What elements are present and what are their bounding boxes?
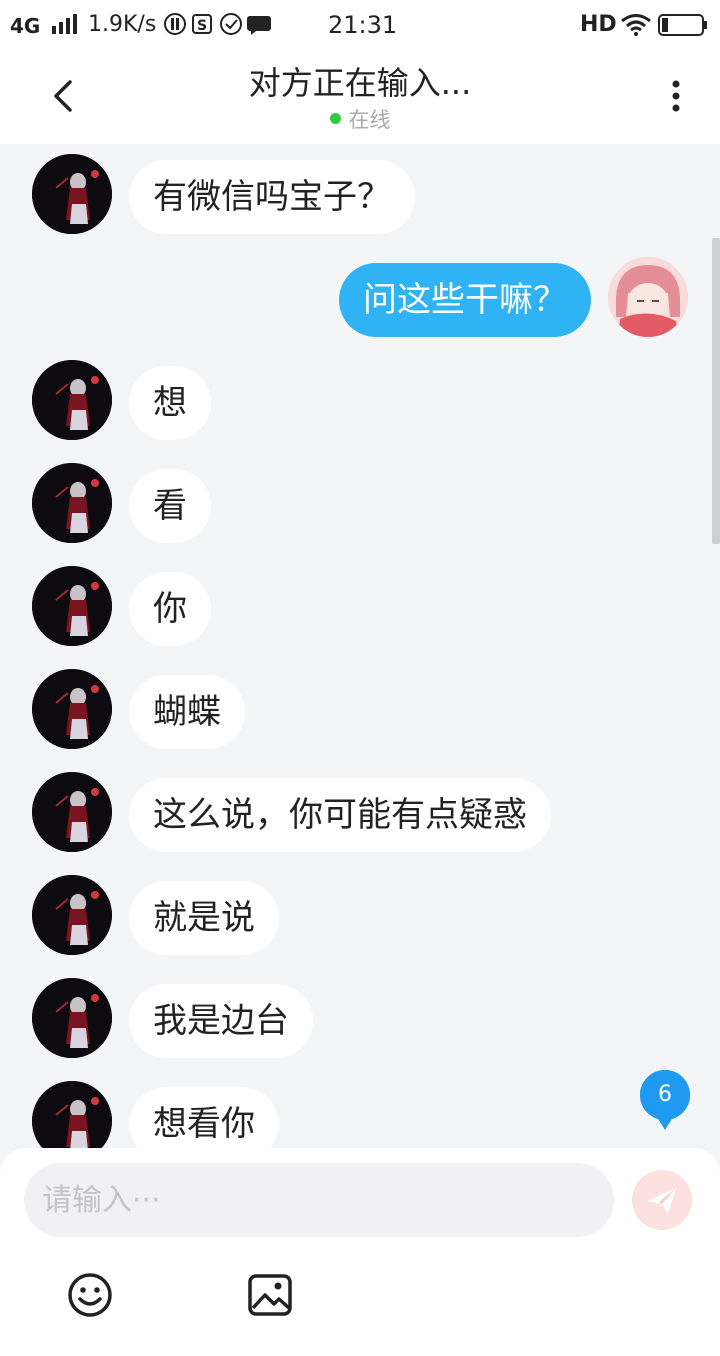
message-row: 我是边台 bbox=[0, 978, 720, 1058]
smiley-icon[interactable] bbox=[66, 1271, 114, 1319]
contact-avatar[interactable] bbox=[32, 1081, 112, 1148]
clock: 21:31 bbox=[328, 11, 398, 39]
wifi-icon bbox=[621, 14, 651, 36]
outgoing-message[interactable]: 问这些干嘛？ bbox=[339, 263, 591, 337]
incoming-message[interactable]: 想 bbox=[129, 366, 211, 440]
message-row: 有微信吗宝子？ bbox=[0, 154, 720, 234]
contact-avatar[interactable] bbox=[32, 463, 112, 543]
unread-badge[interactable]: 6 bbox=[638, 1068, 692, 1134]
contact-avatar[interactable] bbox=[32, 360, 112, 440]
composer bbox=[0, 1148, 720, 1356]
incoming-message[interactable]: 想看你 bbox=[129, 1087, 279, 1148]
message-row: 看 bbox=[0, 463, 720, 543]
contact-avatar[interactable] bbox=[32, 154, 112, 234]
message-row: 你 bbox=[0, 566, 720, 646]
message-row: 问这些干嘛？ bbox=[0, 257, 720, 337]
battery-icon bbox=[658, 14, 707, 36]
svg-text:S: S bbox=[197, 18, 207, 34]
page-title: 对方正在输入... bbox=[248, 64, 472, 102]
message-row: 想 bbox=[0, 360, 720, 440]
message-input[interactable] bbox=[24, 1163, 614, 1237]
send-button[interactable] bbox=[632, 1170, 692, 1230]
contact-avatar[interactable] bbox=[32, 566, 112, 646]
image-icon[interactable] bbox=[246, 1271, 294, 1319]
message-row: 蝴蝶 bbox=[0, 669, 720, 749]
my-avatar[interactable] bbox=[608, 257, 688, 337]
incoming-message[interactable]: 就是说 bbox=[129, 881, 279, 955]
signal-icon: 4G bbox=[10, 14, 77, 38]
paper-plane-icon bbox=[647, 1188, 676, 1214]
message-row: 这么说，你可能有点疑惑 bbox=[0, 772, 720, 852]
message-row: 就是说 bbox=[0, 875, 720, 955]
message-row: 想看你 bbox=[0, 1081, 720, 1148]
hd-indicator: HD bbox=[580, 12, 617, 37]
chat-header: 对方正在输入... 在线 bbox=[0, 50, 720, 144]
incoming-message[interactable]: 这么说，你可能有点疑惑 bbox=[129, 778, 551, 852]
incoming-message[interactable]: 我是边台 bbox=[129, 984, 313, 1058]
status-bar: 4G 1.9K/s S 21:31 HD bbox=[0, 0, 720, 50]
incoming-message[interactable]: 有微信吗宝子？ bbox=[129, 160, 415, 234]
contact-avatar[interactable] bbox=[32, 875, 112, 955]
notification-icons: S bbox=[164, 13, 271, 35]
contact-avatar[interactable] bbox=[32, 978, 112, 1058]
contact-avatar[interactable] bbox=[32, 772, 112, 852]
svg-text:4G: 4G bbox=[10, 14, 40, 38]
online-status: 在线 bbox=[0, 104, 720, 134]
contact-avatar[interactable] bbox=[32, 669, 112, 749]
incoming-message[interactable]: 看 bbox=[129, 469, 211, 543]
incoming-message[interactable]: 蝴蝶 bbox=[129, 675, 245, 749]
unread-count: 6 bbox=[658, 1082, 672, 1107]
incoming-message[interactable]: 你 bbox=[129, 572, 211, 646]
more-vertical-icon[interactable] bbox=[660, 76, 692, 116]
scrollbar[interactable] bbox=[712, 238, 720, 544]
online-dot-icon bbox=[329, 112, 341, 124]
online-status-label: 在线 bbox=[348, 108, 391, 132]
message-list[interactable]: 有微信吗宝子？ 问这些干嘛？想看你蝴蝶 这么说，你可能有点疑惑 就是说 我是边台 想看你 bbox=[0, 144, 720, 1148]
network-speed: 1.9K/s bbox=[88, 12, 157, 37]
